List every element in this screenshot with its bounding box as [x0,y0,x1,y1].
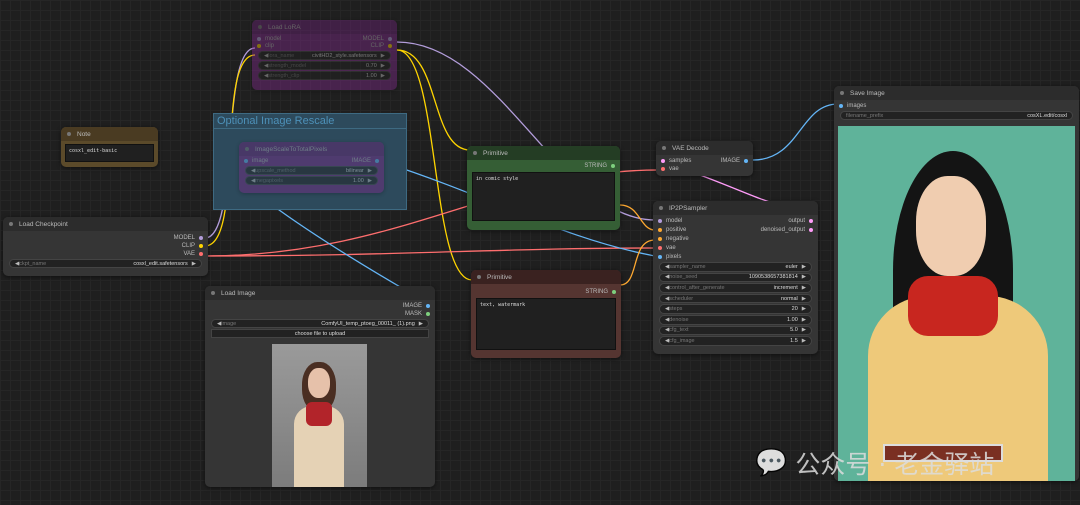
node-title: ImageScaleToTotalPixels [255,145,328,153]
node-title: Primitive [487,273,512,281]
ckpt-name-widget[interactable]: ◀ ckpt_name cosxl_edit.safetensors ▶ [9,259,202,268]
sampler-widget-sampler-name[interactable]: ◀ sampler_name euler ▶ [659,262,812,272]
group-title: Optional Image Rescale [214,114,406,129]
node-title: Load Image [221,289,256,297]
sampler-widget-cfg-text[interactable]: ◀ cfg_text 5.0 ▶ [659,325,812,336]
load-checkpoint-node[interactable]: Load Checkpoint MODEL CLIP VAE ◀ ckpt_nam… [3,217,208,276]
output-image-preview [838,126,1075,481]
note-node[interactable]: Note cosxl_edit-basic [61,127,158,167]
image-select-widget[interactable]: ◀ image ComfyUI_temp_ptoeg_00011_ (1).png ▶ [211,319,429,328]
node-title: Load LoRA [268,23,301,31]
sampler-widget-cfg-image[interactable]: ◀ cfg_image 1.5 ▶ [659,336,812,346]
strength-clip-widget[interactable]: ◀ strength_clip 1.00 ▶ [258,71,391,80]
strength-model-widget[interactable]: ◀ strength_model 0.70 ▶ [258,61,391,70]
node-title: Load Checkpoint [19,220,68,228]
positive-prompt-textarea[interactable]: in comic style [472,172,615,221]
megapixels-widget[interactable]: ◀ megapixels 1.00 ▶ [245,176,378,185]
wechat-icon: 💬 [755,448,788,478]
input-image-preview [272,344,367,487]
ip2p-sampler-node[interactable]: IP2PSampler model output positive denoised… [653,201,818,354]
negative-prompt-textarea[interactable]: text, watermark [476,298,616,350]
load-image-node[interactable]: Load Image IMAGE MASK ◀ image ComfyUI_temp… [205,286,435,487]
load-lora-node[interactable]: Load LoRA model MODEL clip CLIP ◀ lora_name… [252,20,397,90]
node-title: VAE Decode [672,144,709,152]
node-title: Note [77,130,91,138]
save-image-node[interactable]: Save Image images filename_prefix cosXL.e… [834,86,1079,481]
upscale-method-widget[interactable]: ◀ upscale_method bilinear ▶ [245,166,378,175]
filename-prefix-widget[interactable]: filename_prefix cosXL.edit/cosxl [840,111,1073,120]
node-title: Save Image [850,89,885,97]
node-title: Primitive [483,149,508,157]
node-title: IP2PSampler [669,204,708,212]
primitive-negative-node[interactable]: Primitive STRING text, watermark [471,270,621,358]
sampler-widget-steps[interactable]: ◀ steps 20 ▶ [659,304,812,314]
collapse-dot[interactable] [67,132,71,136]
note-text[interactable]: cosxl_edit-basic [65,144,154,162]
upload-button[interactable]: choose file to upload [211,329,429,338]
sampler-widget-denoise[interactable]: ◀ denoise 1.00 ▶ [659,314,812,325]
vae-decode-node[interactable]: VAE Decode samples IMAGE vae [656,141,753,176]
sampler-widget-scheduler[interactable]: ◀ scheduler normal ▶ [659,293,812,304]
sampler-widget-noise-seed[interactable]: ◀ noise_seed 1090538657381814 ▶ [659,272,812,283]
primitive-positive-node[interactable]: Primitive STRING in comic style [467,146,620,230]
lora-name-widget[interactable]: ◀ lora_name civitHD2_style.safetensors ▶ [258,51,391,60]
sampler-widget-control-after-generate[interactable]: ◀ control_after_generate increment ▶ [659,283,812,293]
image-scale-node[interactable]: ImageScaleToTotalPixels image IMAGE ◀ upsc… [239,142,384,193]
watermark: 💬 公众号 · 老金驿站 [755,448,995,479]
